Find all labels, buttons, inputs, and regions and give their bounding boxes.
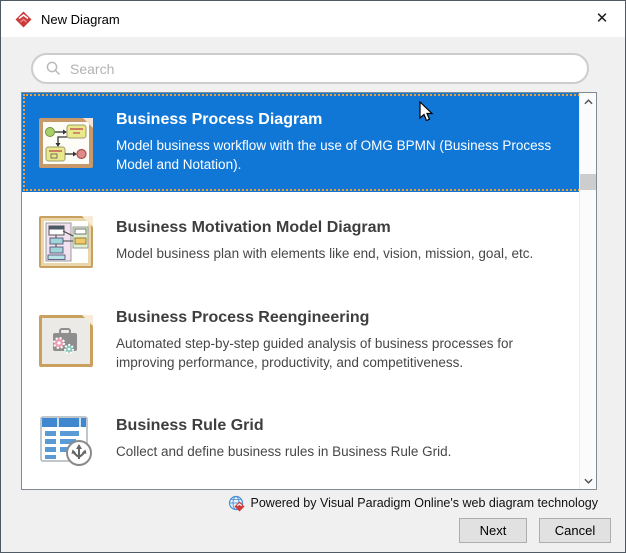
search-icon — [46, 61, 61, 76]
business-rule-grid-icon — [38, 412, 94, 468]
list-item-business-process-reengineering[interactable]: Business Process Reengineering Automated… — [22, 291, 596, 390]
list-item-business-rule-grid[interactable]: Business Rule Grid Collect and define bu… — [22, 390, 596, 489]
list-item-title: Business Process Reengineering — [116, 308, 370, 326]
list-item-text: Business Motivation Model Diagram Model … — [116, 219, 566, 263]
search-input[interactable] — [70, 60, 575, 77]
vertical-scrollbar[interactable] — [579, 93, 596, 489]
list-item-business-process-diagram[interactable]: Business Process Diagram Model business … — [22, 93, 596, 192]
list-item-text: Business Process Reengineering Automated… — [116, 309, 566, 372]
list-item-text: Business Rule Grid Collect and define bu… — [116, 417, 566, 461]
scroll-up-button[interactable] — [580, 93, 596, 110]
scroll-down-button[interactable] — [580, 472, 596, 489]
business-motivation-model-icon — [38, 214, 94, 270]
list-item-title: Business Motivation Model Diagram — [116, 219, 391, 237]
scrollbar-thumb[interactable] — [580, 174, 596, 190]
next-button[interactable]: Next — [459, 518, 527, 543]
new-diagram-dialog: New Diagram ✕ Search Business Process Di… — [0, 0, 626, 553]
chevron-up-icon — [584, 98, 593, 104]
list-item-description: Model business workflow with the use of … — [116, 137, 552, 172]
list-item-description: Model business plan with elements like e… — [116, 246, 534, 262]
dialog-title: New Diagram — [41, 11, 120, 27]
title-bar: New Diagram ✕ — [1, 1, 625, 37]
visual-paradigm-online-globe-icon — [228, 495, 245, 512]
search-box[interactable] — [31, 53, 589, 84]
list-item-business-motivation-model-diagram[interactable]: Business Motivation Model Diagram Model … — [22, 192, 596, 291]
cancel-button[interactable]: Cancel — [539, 518, 611, 543]
bpmn-diagram-icon — [38, 115, 94, 171]
list-item-title: Business Process Diagram — [116, 110, 323, 128]
chevron-down-icon — [584, 478, 593, 484]
list-item-description: Automated step-by-step guided analysis o… — [116, 335, 513, 370]
powered-by-note: Powered by Visual Paradigm Online's web … — [228, 494, 599, 512]
close-button[interactable]: ✕ — [579, 1, 625, 35]
visual-paradigm-logo-icon — [15, 11, 32, 28]
business-process-reengineering-icon — [38, 313, 94, 369]
powered-by-text: Powered by Visual Paradigm Online's web … — [250, 496, 599, 510]
list-item-text: Business Process Diagram Model business … — [116, 111, 566, 174]
list-item-description: Collect and define business rules in Bus… — [116, 444, 452, 460]
diagram-type-list: Business Process Diagram Model business … — [21, 92, 597, 490]
list-item-title: Business Rule Grid — [116, 417, 264, 435]
